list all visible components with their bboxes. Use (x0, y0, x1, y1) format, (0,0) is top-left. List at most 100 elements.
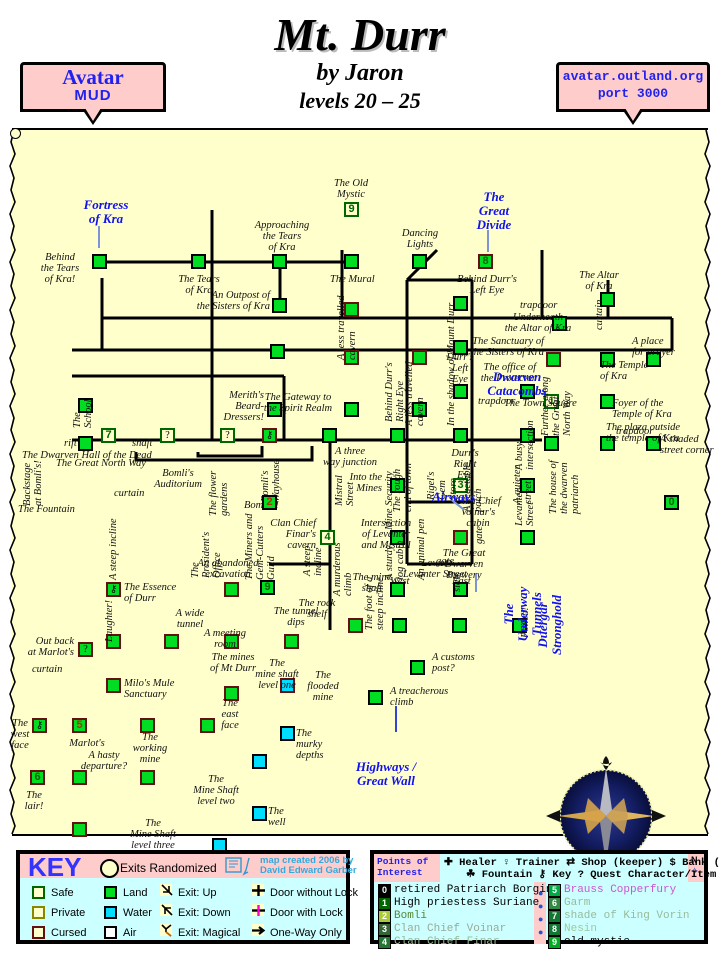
label-the-mine-shaft: The mine shaft (352, 572, 392, 594)
room-the-murky-depths-2[interactable] (252, 754, 267, 769)
poi-item-label: shade of King Vorin (564, 910, 690, 922)
label-marlots: Marlot's (69, 738, 105, 749)
zone-pointer-fortress (98, 226, 100, 248)
points-of-interest-box: Points of Interest N ✧ ✚ Healer ♀ Traine… (370, 850, 720, 949)
poi-item[interactable]: 0 retired Patriarch Borgin (378, 884, 552, 897)
label-a-hasty-departure: A hasty departure? (80, 750, 128, 772)
server-host: avatar.outland.org (562, 69, 704, 84)
room-the-gateway-to-the-spirit-realm[interactable]: ⚷ (262, 428, 277, 443)
label-the-mine-shaft-level-three: The Mine Shaft level three (130, 818, 176, 851)
room-the-mine-shaft-level-three[interactable] (72, 822, 87, 837)
room-lower-levanter-street-west[interactable] (392, 618, 407, 633)
room-the-school[interactable] (78, 436, 93, 451)
label-the-west-face: The west face (10, 718, 30, 751)
room-milos-mule-sanctuary[interactable] (106, 678, 121, 693)
room-the-tunnel-dips[interactable] (284, 634, 299, 649)
server-port: port 3000 (597, 86, 669, 101)
label-the-sanctuary-of-the-sisters-of-kra: The Sanctuary of the Sisters of Kra (470, 336, 544, 358)
room-further-along-the-great-north-way[interactable] (544, 436, 559, 451)
poi-item[interactable]: 5 Brauss Copperfury (548, 884, 676, 897)
label-the-mural: The Mural (330, 274, 375, 285)
room-behind-durrs-right-eye[interactable] (390, 428, 405, 443)
label-the-mine-shaft-level-two: The Mine Shaft level two (193, 774, 239, 807)
poi-item[interactable]: 3 Clan Chief Voinar (378, 923, 506, 936)
room-lower-levanter-street-east[interactable] (452, 618, 467, 633)
poi-item[interactable]: 8 Nesin (548, 923, 597, 936)
key-exits-randomized-label: Exits Randomized (120, 861, 217, 875)
room-a-three-way-junction[interactable] (322, 428, 337, 443)
banner-tail-icon (622, 108, 644, 125)
room-an-outpost-of-the-sisters-of-kra[interactable] (272, 298, 287, 313)
key-label-door-with-lock: Door with Lock (270, 907, 343, 919)
room-merith-link[interactable] (270, 344, 285, 359)
room-bomlis-poi[interactable]: 2 (262, 495, 277, 510)
door-without-lock-icon (251, 883, 266, 903)
room-durrs-right-eye[interactable] (453, 428, 468, 443)
zone-pointer-underway (475, 574, 477, 592)
room-marlots[interactable]: 5 (72, 718, 87, 733)
label-a-treacherous-climb: A treacherous climb (390, 686, 449, 708)
map-page: Mt. Durr by Jaron levels 20 – 25 Avatar … (0, 0, 720, 960)
room-a-treacherous-climb[interactable] (368, 690, 383, 705)
key-credit-line2: David Edward Garber (260, 865, 357, 876)
poi-item[interactable]: 1 High priestess Suriane (378, 897, 539, 910)
label-rift: rift (64, 438, 77, 449)
zone-highways-great-wall: Highways / Great Wall (355, 759, 417, 788)
zone-pointer-highways (395, 706, 397, 732)
poi-item[interactable]: 9 old mystic (548, 936, 630, 949)
room-the-mural[interactable] (344, 254, 359, 269)
label-the-rough-end-of-town: The rough end of town (392, 463, 414, 512)
room-the-dwarven-hall-of-the-dead[interactable]: 7 (101, 428, 116, 443)
poi-title-line1: Points of (377, 856, 429, 867)
label-underneath-the-altar-of-kra: Underneath the Altar of Kra (504, 312, 572, 334)
poi-item[interactable]: 2 Bomli (378, 910, 427, 923)
room-the-well[interactable] (252, 806, 267, 821)
poi-item-label: Clan Chief Voinar (394, 923, 507, 935)
room-shaft-key[interactable]: ? (220, 428, 235, 443)
exits-randomized-icon (100, 859, 119, 878)
room-the-essence-of-durr[interactable]: ⚷ (106, 582, 121, 597)
room-the-miners-and-gem-cutters-guild[interactable]: 9 (260, 580, 275, 595)
label-a-meeting-room: A meeting room (203, 628, 247, 650)
room-approaching-the-tears-of-kra[interactable] (272, 254, 287, 269)
label-the-flower-gardens: The flower gardens (208, 470, 230, 516)
room-the-working-mine[interactable] (140, 718, 155, 733)
key-label-exit-up: Exit: Up (178, 887, 217, 899)
room-out-back-at-marlots[interactable]: ? (78, 642, 93, 657)
poi-room-number: 0 (378, 884, 391, 897)
label-trapdoor-1: trapdoor (520, 300, 558, 311)
room-the-mine-shaft-level-two[interactable] (140, 770, 155, 785)
room-behind-the-tears-of-kra[interactable] (92, 254, 107, 269)
room-the-great-dwarven-brewery[interactable] (453, 530, 468, 545)
label-a-place-for-prayer: A place for prayer (632, 336, 675, 358)
room-the-sanctuary-of-the-sisters-of-kra[interactable] (546, 352, 561, 367)
room-the-house-of-the-dwarven-patriarch[interactable]: 0 (664, 495, 679, 510)
page-title: Mt. Durr (274, 9, 446, 60)
room-the-lair[interactable]: 6 (30, 770, 45, 785)
poi-item-label: Brauss Copperfury (564, 884, 677, 896)
room-dancing-lights[interactable] (412, 254, 427, 269)
room-a-hasty-departure[interactable] (72, 770, 87, 785)
room-a-steep-incline[interactable] (520, 530, 535, 545)
room-behind-durrs-left-eye[interactable]: 8 (478, 254, 493, 269)
poi-room-number: 2 (378, 910, 391, 923)
room-rift-key-1[interactable]: ? (160, 428, 175, 443)
poi-item[interactable]: 7 shade of King Vorin (548, 910, 689, 923)
poi-item-label: Bomli (394, 910, 428, 922)
room-the-murky-depths-1[interactable] (280, 726, 295, 741)
poi-item[interactable]: 6 Garm (548, 897, 590, 910)
label-the-old-mystic: The Old Mystic (333, 178, 369, 200)
poi-item-label: Nesin (564, 923, 598, 935)
key-swatch-private (32, 906, 45, 919)
poi-item[interactable]: 4 Clan Chief Finar (378, 936, 500, 949)
room-the-old-mystic[interactable]: 9 (344, 202, 359, 217)
label-the-east-face: The east face (221, 698, 239, 731)
room-the-rock-shelf[interactable] (348, 618, 363, 633)
poi-item-label: Clan Chief Finar (394, 936, 500, 948)
room-a-customs-post[interactable] (410, 660, 425, 675)
room-the-tears-of-kra[interactable] (191, 254, 206, 269)
room-an-abandoned-excavation[interactable] (224, 582, 239, 597)
zone-dwarven-catacombs: Dwarven Catacombs (487, 369, 547, 398)
key-swatch-air (104, 926, 117, 939)
room-a-wide-tunnel[interactable] (164, 634, 179, 649)
